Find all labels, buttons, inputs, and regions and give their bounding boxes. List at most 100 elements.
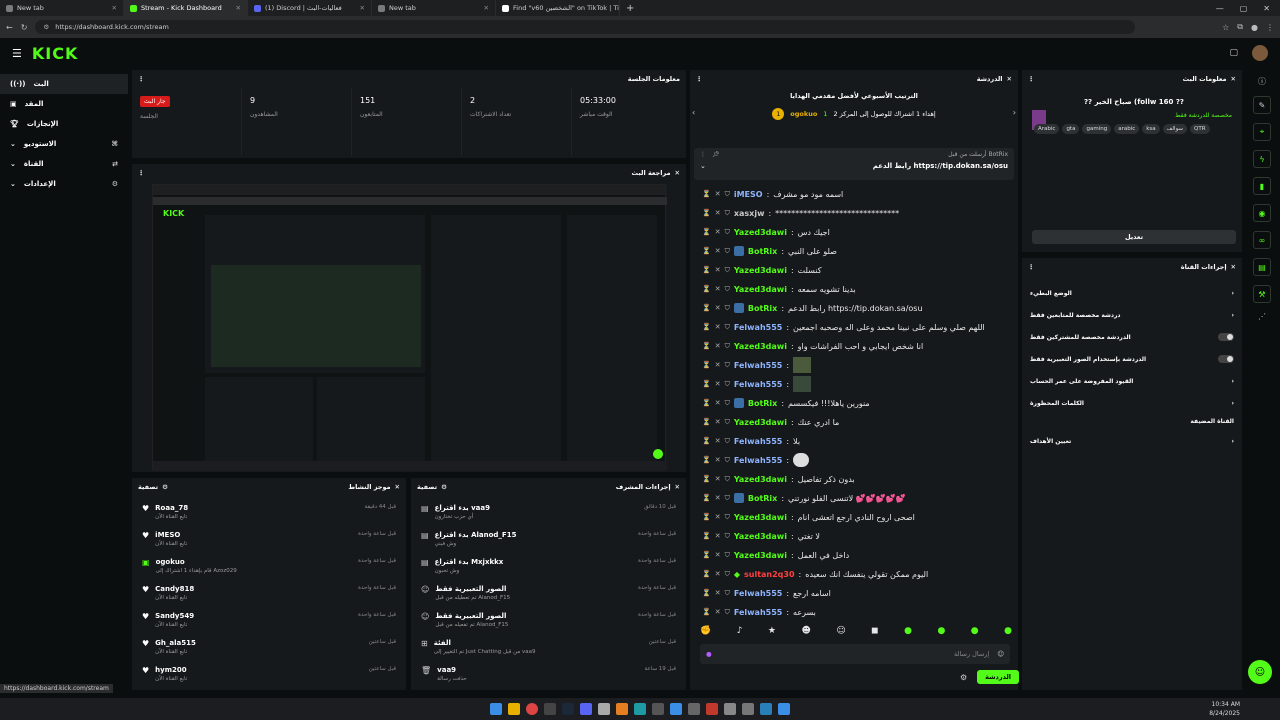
steam-icon[interactable] bbox=[562, 703, 574, 715]
emote-icon[interactable]: ☻ bbox=[801, 626, 810, 640]
sidebar-item-studio[interactable]: ⌄ الاستوديو ⌘ bbox=[0, 134, 128, 154]
expand-icon[interactable]: ✕ bbox=[675, 483, 680, 491]
sidebar-item-channel[interactable]: ⌄ القناة ⇄ bbox=[0, 154, 128, 174]
timeout-icon[interactable]: ⏳ bbox=[702, 266, 711, 274]
site-info-icon[interactable]: ⚙ bbox=[43, 23, 49, 31]
multiview-icon[interactable]: ▢ bbox=[1229, 48, 1238, 58]
app-icon[interactable] bbox=[652, 703, 664, 715]
ban-icon[interactable]: ✕ bbox=[715, 418, 721, 426]
chevron-right-icon[interactable]: › bbox=[1013, 108, 1016, 117]
timeout-icon[interactable]: ⏳ bbox=[702, 323, 711, 331]
chat-message[interactable]: ⏳ ✕ ⛉ Yazed3dawi: كنسلت bbox=[702, 261, 1018, 279]
chat-fab[interactable]: ☺ bbox=[1248, 660, 1272, 684]
timeout-icon[interactable]: ⏳ bbox=[702, 190, 711, 198]
edit-icon[interactable]: ✎ bbox=[1253, 96, 1271, 114]
stream-category[interactable]: مخصصة للدردشة فقط bbox=[1175, 112, 1232, 119]
timeout-icon[interactable]: ⏳ bbox=[702, 399, 711, 407]
expand-icon[interactable]: ✕ bbox=[1231, 263, 1236, 271]
app-icon[interactable] bbox=[598, 703, 610, 715]
timeout-icon[interactable]: ⏳ bbox=[702, 494, 711, 502]
tag[interactable]: gta bbox=[1062, 124, 1080, 134]
maximize-icon[interactable]: ▢ bbox=[1240, 4, 1248, 13]
chat-message[interactable]: ⏳ ✕ ⛉ Yazed3dawi: داخل في العمل bbox=[702, 546, 1018, 564]
emote-icon[interactable]: ◼ bbox=[871, 626, 878, 640]
panel-menu-icon[interactable]: ⋮ bbox=[696, 75, 703, 83]
timeout-icon[interactable]: ⏳ bbox=[702, 361, 711, 369]
chat-message[interactable]: ⏳ ✕ ⛉ Yazed3dawi: اصحى اروح النادي ارجع اتعش… bbox=[702, 508, 1018, 526]
action-slow-mode[interactable]: الوضع البطيء › bbox=[1022, 282, 1242, 304]
more-icon[interactable]: ⋮ bbox=[700, 151, 706, 158]
timeout-icon[interactable]: ⏳ bbox=[702, 551, 711, 559]
emote-icon[interactable]: ● bbox=[1004, 626, 1012, 640]
chat-message[interactable]: ⏳ ✕ ⛉ xasxjw: ******************************… bbox=[702, 204, 1018, 222]
timeout-icon[interactable]: ⏳ bbox=[702, 608, 711, 616]
chrome-icon[interactable] bbox=[526, 703, 538, 715]
emote-icon[interactable]: ● bbox=[904, 626, 912, 640]
ban-icon[interactable]: ✕ bbox=[715, 399, 721, 407]
action-subscribers-only[interactable]: الدردشة مخصصة للمشتركين فقط bbox=[1022, 326, 1242, 348]
app-icon[interactable] bbox=[688, 703, 700, 715]
tag[interactable]: ksa bbox=[1142, 124, 1160, 134]
close-window-icon[interactable]: ✕ bbox=[1263, 4, 1270, 13]
crosshair-icon[interactable]: ⌖ bbox=[1253, 123, 1271, 141]
chat-message[interactable]: ⏳ ✕ ⛉ Felwah555: بلا bbox=[702, 432, 1018, 450]
app-icon[interactable] bbox=[616, 703, 628, 715]
browser-tab[interactable]: Find "v60 الشخصين" on TikTok | Ti✕ bbox=[496, 0, 620, 16]
share-icon[interactable]: ⋰ bbox=[1244, 312, 1280, 321]
tag[interactable]: gaming bbox=[1082, 124, 1112, 134]
app-icon[interactable] bbox=[706, 703, 718, 715]
ban-icon[interactable]: ✕ bbox=[715, 190, 721, 198]
send-chat-button[interactable]: الدردشة bbox=[977, 670, 1020, 684]
sidebar-item-achievements[interactable]: 🏆︎ الإنجازات bbox=[0, 114, 128, 134]
timeout-icon[interactable]: ⏳ bbox=[702, 304, 711, 312]
link-icon[interactable]: ∞ bbox=[1253, 231, 1271, 249]
emotes-only-toggle[interactable] bbox=[1218, 355, 1234, 363]
wrench-icon[interactable]: ⚒ bbox=[1253, 285, 1271, 303]
browser-tab[interactable]: New tab ✕ bbox=[372, 0, 496, 16]
menu-icon[interactable]: ⋮ bbox=[1266, 23, 1274, 32]
ban-icon[interactable]: ✕ bbox=[715, 361, 721, 369]
ban-icon[interactable]: ✕ bbox=[715, 513, 721, 521]
chat-message[interactable]: ⏳ ✕ ⛉ ◆ sultan2q30: اليوم ممكن تقولي ينفسك ان… bbox=[702, 565, 1018, 583]
file-explorer-icon[interactable] bbox=[508, 703, 520, 715]
close-icon[interactable]: ✕ bbox=[360, 4, 365, 12]
app-icon[interactable] bbox=[544, 703, 556, 715]
chevron-down-icon[interactable]: ⌄ bbox=[700, 162, 706, 170]
reload-icon[interactable]: ↻ bbox=[21, 23, 28, 32]
ban-icon[interactable]: ✕ bbox=[715, 437, 721, 445]
chat-message[interactable]: ⏳ ✕ ⛉ Felwah555: bbox=[702, 451, 1018, 469]
emote-icon[interactable]: ★ bbox=[768, 626, 776, 640]
chat-message[interactable]: ⏳ ✕ ⛉ BotRix: رابط الدعم https://tip.dokan.s… bbox=[702, 299, 1018, 317]
chat-message[interactable]: ⏳ ✕ ⛉ Felwah555: bbox=[702, 375, 1018, 393]
timeout-icon[interactable]: ⏳ bbox=[702, 228, 711, 236]
sidebar-item-content[interactable]: ▣ المقد bbox=[0, 94, 128, 114]
filter-button[interactable]: تصفية ⚙ bbox=[417, 483, 447, 491]
tag[interactable]: سوالف bbox=[1162, 124, 1188, 134]
action-set-goals[interactable]: تعيين الأهداف › bbox=[1022, 430, 1242, 452]
chat-message[interactable]: ⏳ ✕ ⛉ Yazed3dawi: بدينا تشويه سمعه bbox=[702, 280, 1018, 298]
chat-message[interactable]: ⏳ ✕ ⛉ iMESO: اسمه مود مو مشرف bbox=[702, 185, 1018, 203]
tag[interactable]: QTR bbox=[1190, 124, 1210, 134]
emote-icon[interactable]: ● bbox=[971, 626, 979, 640]
timeout-icon[interactable]: ⏳ bbox=[702, 380, 711, 388]
emote-icon[interactable]: ☺ bbox=[836, 626, 845, 640]
timeout-icon[interactable]: ⏳ bbox=[702, 456, 711, 464]
close-icon[interactable]: ✕ bbox=[236, 4, 241, 12]
sidebar-item-stream[interactable]: ((·)) البث bbox=[0, 74, 128, 94]
minimize-icon[interactable]: — bbox=[1216, 4, 1224, 13]
chat-message[interactable]: ⏳ ✕ ⛉ Yazed3dawi: انا شخص ايجابي و احب الفرا… bbox=[702, 337, 1018, 355]
chat-message[interactable]: ⏳ ✕ ⛉ Yazed3dawi: ما ادري عنك bbox=[702, 413, 1018, 431]
pin-icon[interactable]: 📌︎ bbox=[712, 151, 720, 158]
windows-start-icon[interactable] bbox=[490, 703, 502, 715]
ban-icon[interactable]: ✕ bbox=[715, 304, 721, 312]
ban-icon[interactable]: ✕ bbox=[715, 323, 721, 331]
ban-icon[interactable]: ✕ bbox=[715, 380, 721, 388]
settings-icon[interactable] bbox=[742, 703, 754, 715]
app-icon[interactable] bbox=[670, 703, 682, 715]
ban-icon[interactable]: ✕ bbox=[715, 285, 721, 293]
ban-icon[interactable]: ✕ bbox=[715, 228, 721, 236]
timeout-icon[interactable]: ⏳ bbox=[702, 418, 711, 426]
extensions-icon[interactable]: ⧉ bbox=[1237, 22, 1243, 32]
ban-icon[interactable]: ✕ bbox=[715, 494, 721, 502]
new-tab-icon[interactable]: + bbox=[626, 3, 634, 14]
